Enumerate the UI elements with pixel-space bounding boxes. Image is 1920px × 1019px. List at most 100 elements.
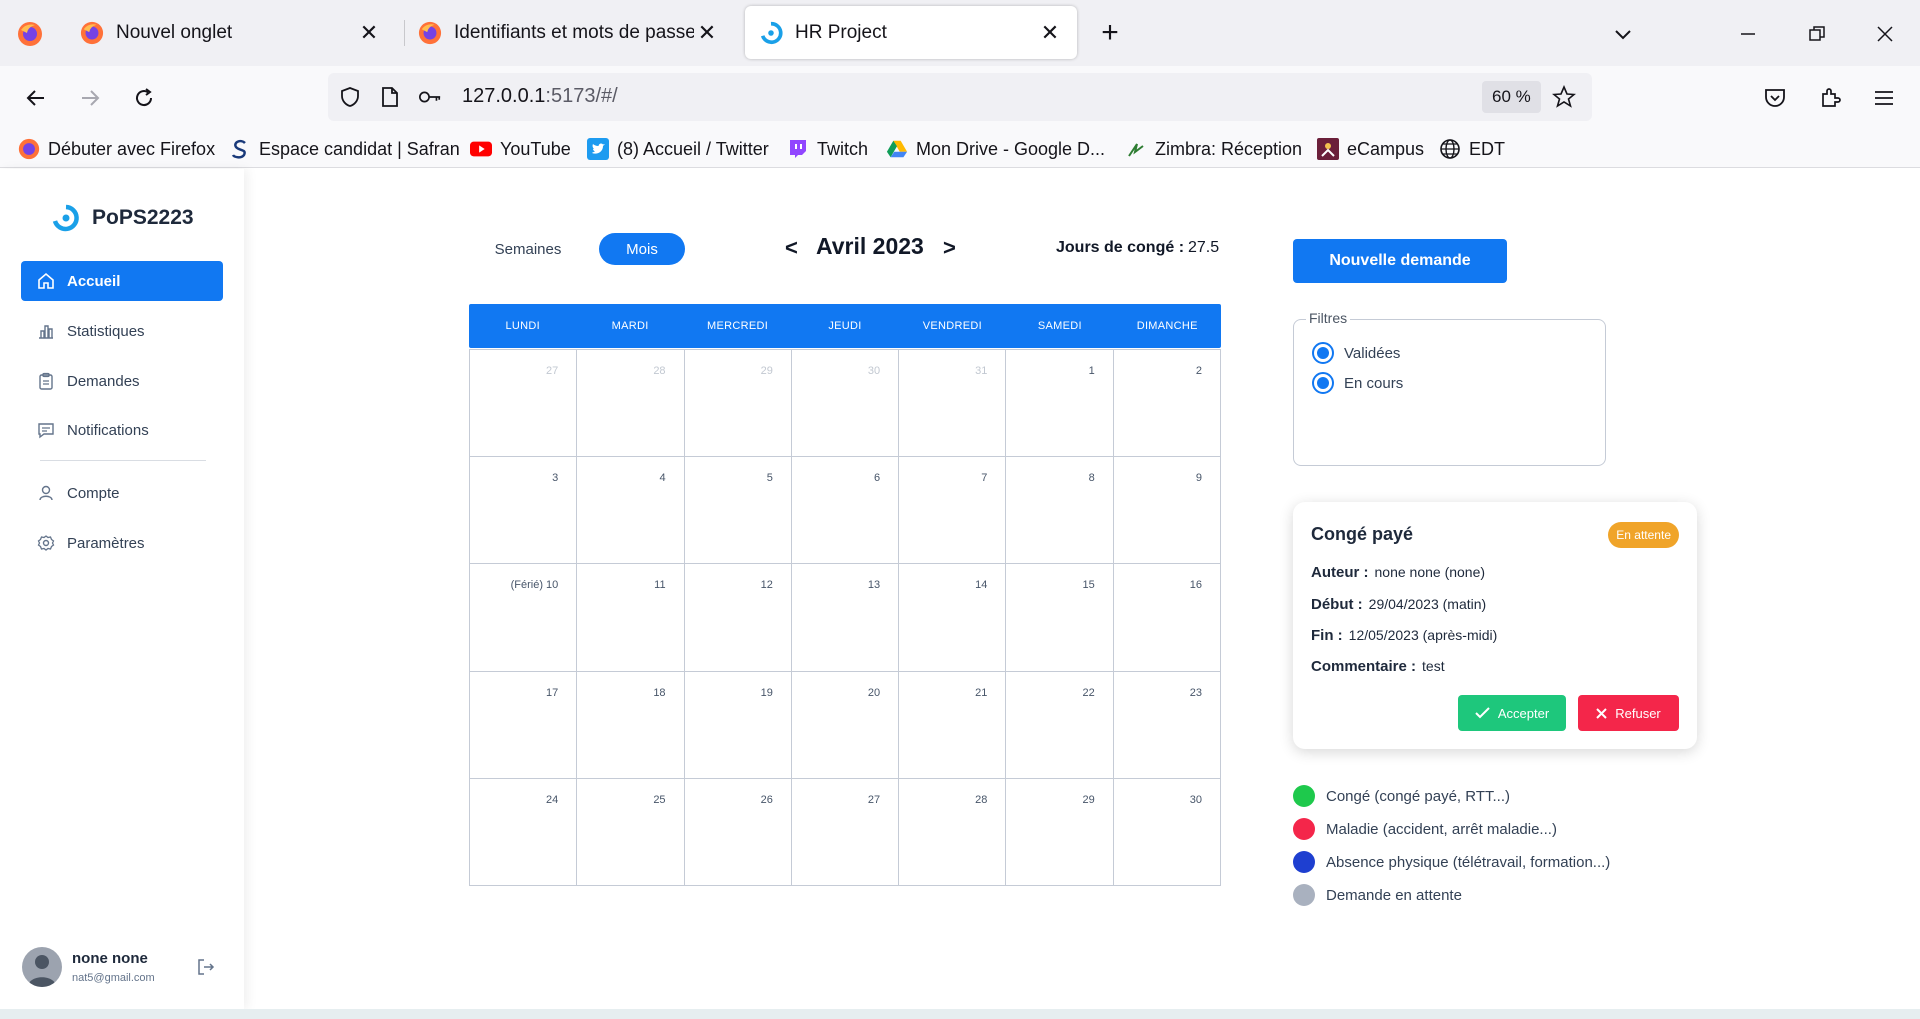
calendar-day-cell[interactable]: 12: [684, 564, 792, 672]
calendar-day-cell[interactable]: 25: [577, 778, 685, 886]
user-icon: [39, 485, 53, 501]
close-icon[interactable]: ✕: [1037, 20, 1063, 46]
extensions-icon[interactable]: [1812, 80, 1848, 116]
bookmark-item[interactable]: Espace candidat | Safran: [229, 135, 460, 163]
calendar-day-cell[interactable]: 23: [1113, 671, 1221, 779]
shield-icon[interactable]: [338, 85, 362, 109]
filter-in-progress[interactable]: En cours: [1312, 371, 1403, 395]
next-month-button[interactable]: >: [943, 235, 956, 261]
calendar-day-cell[interactable]: 17: [470, 671, 578, 779]
bookmark-star-icon[interactable]: [1552, 85, 1576, 109]
window-close-icon[interactable]: [1868, 17, 1902, 51]
sidebar-item-compte[interactable]: Compte: [21, 473, 223, 513]
calendar-day-cell[interactable]: 30: [791, 350, 900, 458]
bookmark-item[interactable]: YouTube: [470, 135, 571, 163]
bookmark-label: (8) Accueil / Twitter: [617, 138, 769, 159]
day-number: 6: [874, 472, 881, 485]
sidebar-item-demandes[interactable]: Demandes: [21, 361, 223, 401]
calendar-day-cell[interactable]: 15: [1006, 564, 1114, 672]
bookmark-item[interactable]: eCampus: [1317, 135, 1424, 163]
bookmark-item[interactable]: Débuter avec Firefox: [18, 135, 215, 163]
calendar-day-cell[interactable]: 31: [899, 350, 1007, 458]
close-icon[interactable]: ✕: [694, 20, 720, 46]
logout-icon[interactable]: [196, 957, 216, 977]
radio-checked-icon[interactable]: [1312, 342, 1334, 364]
calendar-day-cell[interactable]: 22: [1006, 671, 1114, 779]
calendar-day-cell[interactable]: 29: [1006, 778, 1114, 886]
forward-arrow-icon[interactable]: [72, 80, 108, 116]
url-text[interactable]: 127.0.0.1:5173/#/: [462, 85, 618, 108]
refuse-button[interactable]: Refuser: [1578, 695, 1679, 731]
view-month-button[interactable]: Mois: [599, 233, 685, 265]
user-email: nat5@gmail.com: [72, 972, 155, 984]
calendar-day-cell[interactable]: 8: [1006, 457, 1114, 565]
calendar-day-cell[interactable]: 14: [899, 564, 1007, 672]
close-icon[interactable]: ✕: [356, 20, 382, 46]
firefox-icon: [418, 21, 442, 44]
calendar-day-cell[interactable]: 16: [1113, 564, 1221, 672]
bookmark-item[interactable]: Zimbra: Réception: [1125, 135, 1302, 163]
calendar-day-cell[interactable]: 18: [577, 671, 685, 779]
page-icon[interactable]: [378, 85, 402, 109]
back-arrow-icon[interactable]: [18, 80, 54, 116]
firefox-icon: [80, 21, 104, 44]
calendar-day-cell[interactable]: 27: [791, 778, 900, 886]
calendar-day-cell[interactable]: 6: [791, 457, 900, 565]
minimize-icon[interactable]: [1731, 17, 1765, 51]
bookmark-item[interactable]: Mon Drive - Google D...: [886, 135, 1105, 163]
home-icon: [38, 272, 54, 289]
calendar-day-cell[interactable]: 7: [899, 457, 1007, 565]
new-request-button[interactable]: Nouvelle demande: [1293, 239, 1507, 283]
hamburger-menu-icon[interactable]: [1866, 80, 1902, 116]
calendar-day-cell[interactable]: 3: [470, 457, 578, 565]
bookmark-item[interactable]: (8) Accueil / Twitter: [587, 135, 769, 163]
sidebar-item-statistiques[interactable]: Statistiques: [21, 311, 223, 351]
pocket-icon[interactable]: [1757, 80, 1793, 116]
calendar-day-cell[interactable]: (Férié) 10: [470, 564, 578, 672]
calendar-day-cell[interactable]: 19: [684, 671, 792, 779]
brand[interactable]: PoPS2223: [52, 204, 194, 232]
calendar-day-cell[interactable]: 11: [577, 564, 685, 672]
day-number: 19: [760, 686, 773, 699]
calendar-day-cell[interactable]: 1: [1006, 350, 1114, 458]
list-tabs-chevron-icon[interactable]: [1606, 17, 1640, 51]
reload-icon[interactable]: [126, 80, 162, 116]
calendar-day-cell[interactable]: 30: [1113, 778, 1221, 886]
calendar-day-cell[interactable]: 13: [791, 564, 900, 672]
calendar-day-cell[interactable]: 20: [791, 671, 900, 779]
new-tab-button[interactable]: +: [1094, 16, 1126, 49]
firefox-menu-icon[interactable]: [14, 18, 46, 50]
calendar-day-cell[interactable]: 26: [684, 778, 792, 886]
calendar-day-cell[interactable]: 24: [470, 778, 578, 886]
filter-validated[interactable]: Validées: [1312, 341, 1400, 365]
sidebar-item-accueil[interactable]: Accueil: [21, 261, 223, 301]
calendar-day-cell[interactable]: 9: [1113, 457, 1221, 565]
sidebar-item-parametres[interactable]: Paramètres: [21, 523, 223, 563]
bookmark-item[interactable]: EDT: [1439, 135, 1505, 163]
accept-button[interactable]: Accepter: [1458, 695, 1566, 731]
sidebar-item-notifications[interactable]: Notifications: [21, 410, 223, 450]
url-bar[interactable]: 127.0.0.1:5173/#/ 60 %: [328, 73, 1592, 121]
calendar-day-cell[interactable]: 28: [577, 350, 685, 458]
calendar-day-cell[interactable]: 27: [470, 350, 578, 458]
radio-checked-icon[interactable]: [1312, 372, 1334, 394]
bookmark-item[interactable]: Twitch: [787, 135, 868, 163]
tab-new-tab[interactable]: Nouvel onglet ✕: [66, 6, 396, 59]
bookmark-label: Espace candidat | Safran: [259, 138, 460, 159]
user-profile[interactable]: none none nat5@gmail.com: [22, 945, 222, 993]
zoom-indicator[interactable]: 60 %: [1482, 81, 1541, 113]
view-weeks-button[interactable]: Semaines: [480, 232, 576, 266]
calendar-day-cell[interactable]: 28: [899, 778, 1007, 886]
calendar-day-cell[interactable]: 29: [684, 350, 792, 458]
tab-passwords[interactable]: Identifiants et mots de passe ✕: [404, 6, 734, 59]
calendar-day-cell[interactable]: 5: [684, 457, 792, 565]
restore-icon[interactable]: [1800, 17, 1834, 51]
calendar-day-cell[interactable]: 2: [1113, 350, 1221, 458]
key-icon[interactable]: [418, 85, 442, 109]
calendar-day-cell[interactable]: 4: [577, 457, 685, 565]
bookmark-label: Zimbra: Réception: [1155, 138, 1303, 159]
prev-month-button[interactable]: <: [785, 235, 798, 261]
tab-hr-project[interactable]: HR Project ✕: [745, 6, 1077, 59]
calendar-day-cell[interactable]: 21: [899, 671, 1007, 779]
day-number: (Férié) 10: [510, 579, 559, 592]
